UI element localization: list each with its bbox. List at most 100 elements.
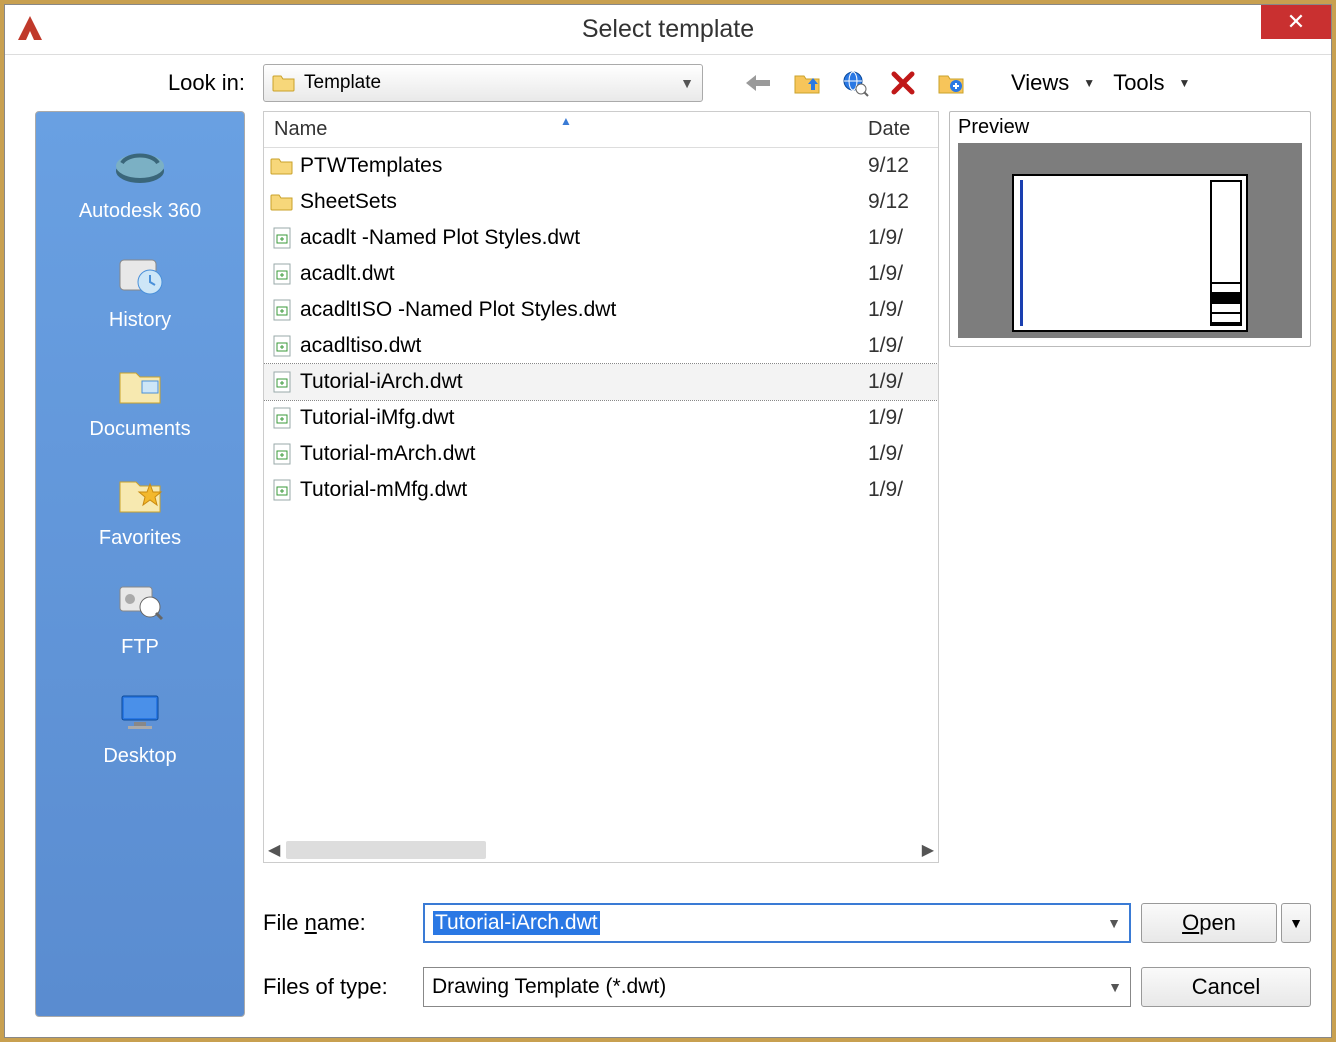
- file-name-cell: acadltiso.dwt: [300, 334, 868, 358]
- file-name-input[interactable]: Tutorial-iArch.dwt ▼: [423, 903, 1131, 943]
- column-date-header[interactable]: Date: [868, 118, 938, 141]
- file-date-cell: 1/9/: [868, 370, 938, 394]
- sidebar-label: FTP: [121, 636, 159, 659]
- file-list: ▲ Name Date PTWTemplates9/12SheetSets9/1…: [263, 111, 939, 863]
- views-menu[interactable]: Views: [1007, 70, 1073, 96]
- delete-button[interactable]: [883, 63, 923, 103]
- sidebar-item-desktop[interactable]: Desktop: [36, 675, 244, 774]
- dwt-file-icon: [264, 263, 300, 285]
- file-row[interactable]: Tutorial-mMfg.dwt1/9/: [264, 472, 938, 508]
- file-type-label: Files of type:: [263, 974, 413, 1000]
- file-name-cell: acadltISO -Named Plot Styles.dwt: [300, 298, 868, 322]
- ftp-icon: [110, 572, 170, 632]
- bottom-form: File name: Tutorial-iArch.dwt ▼ Open ▼ F…: [263, 863, 1311, 1017]
- scroll-left-icon[interactable]: ◀: [268, 840, 280, 860]
- select-template-dialog: Select template ✕ Look in: Template ▼: [4, 4, 1332, 1038]
- dwt-file-icon: [264, 443, 300, 465]
- file-list-body: PTWTemplates9/12SheetSets9/12acadlt -Nam…: [264, 148, 938, 838]
- file-type-value: Drawing Template (*.dwt): [432, 975, 666, 999]
- desktop-icon: [110, 681, 170, 741]
- favorites-icon: [110, 463, 170, 523]
- sidebar-label: History: [109, 309, 171, 332]
- back-button[interactable]: [739, 63, 779, 103]
- file-date-cell: 1/9/: [868, 334, 938, 358]
- documents-icon: [110, 354, 170, 414]
- look-in-select[interactable]: Template ▼: [263, 64, 703, 102]
- preview-pane: Preview: [949, 111, 1311, 863]
- places-sidebar: Autodesk 360 History Documents Favorites: [35, 111, 245, 1017]
- sidebar-item-favorites[interactable]: Favorites: [36, 457, 244, 556]
- file-name-cell: Tutorial-mMfg.dwt: [300, 478, 868, 502]
- close-button[interactable]: ✕: [1261, 5, 1331, 39]
- file-type-select[interactable]: Drawing Template (*.dwt) ▼: [423, 967, 1131, 1007]
- preview-label: Preview: [958, 116, 1302, 143]
- file-date-cell: 1/9/: [868, 478, 938, 502]
- file-date-cell: 1/9/: [868, 226, 938, 250]
- dwt-file-icon: [264, 335, 300, 357]
- listing-area: ▲ Name Date PTWTemplates9/12SheetSets9/1…: [263, 111, 1311, 863]
- history-icon: [110, 245, 170, 305]
- search-web-button[interactable]: [835, 63, 875, 103]
- toolbar: Look in: Template ▼ Views ▼ Tools ▼: [5, 55, 1331, 111]
- file-name-cell: SheetSets: [300, 190, 868, 214]
- chevron-down-icon[interactable]: ▼: [1107, 915, 1121, 931]
- file-row[interactable]: acadlt.dwt1/9/: [264, 256, 938, 292]
- tools-dropdown-icon[interactable]: ▼: [1177, 76, 1197, 90]
- a360-icon: [110, 136, 170, 196]
- dwt-file-icon: [264, 371, 300, 393]
- file-name-cell: Tutorial-iArch.dwt: [300, 370, 868, 394]
- scroll-thumb[interactable]: [286, 841, 486, 859]
- file-date-cell: 1/9/: [868, 406, 938, 430]
- sidebar-item-documents[interactable]: Documents: [36, 348, 244, 447]
- file-name-label: File name:: [263, 910, 413, 936]
- close-icon: ✕: [1287, 9, 1305, 35]
- file-date-cell: 9/12: [868, 154, 938, 178]
- file-list-header: ▲ Name Date: [264, 112, 938, 148]
- dialog-body: Autodesk 360 History Documents Favorites: [5, 111, 1331, 1037]
- sidebar-item-autodesk360[interactable]: Autodesk 360: [36, 130, 244, 229]
- sidebar-label: Favorites: [99, 527, 181, 550]
- file-name-value: Tutorial-iArch.dwt: [433, 911, 600, 935]
- dwt-file-icon: [264, 407, 300, 429]
- scroll-right-icon[interactable]: ▶: [922, 840, 934, 860]
- preview-thumbnail: [958, 143, 1302, 338]
- file-name-cell: acadlt.dwt: [300, 262, 868, 286]
- file-name-cell: Tutorial-mArch.dwt: [300, 442, 868, 466]
- sort-indicator-icon: ▲: [560, 114, 572, 128]
- open-dropdown-button[interactable]: ▼: [1281, 903, 1311, 943]
- file-row[interactable]: Tutorial-iArch.dwt1/9/: [264, 364, 938, 400]
- views-dropdown-icon[interactable]: ▼: [1081, 76, 1101, 90]
- file-row[interactable]: PTWTemplates9/12: [264, 148, 938, 184]
- file-name-cell: acadlt -Named Plot Styles.dwt: [300, 226, 868, 250]
- sidebar-label: Autodesk 360: [79, 200, 201, 223]
- up-folder-button[interactable]: [787, 63, 827, 103]
- file-date-cell: 1/9/: [868, 298, 938, 322]
- dwt-file-icon: [264, 227, 300, 249]
- look-in-value: Template: [304, 72, 381, 94]
- file-row[interactable]: Tutorial-mArch.dwt1/9/: [264, 436, 938, 472]
- file-date-cell: 1/9/: [868, 262, 938, 286]
- cancel-button[interactable]: Cancel: [1141, 967, 1311, 1007]
- horizontal-scrollbar: ◀ ▶: [264, 838, 938, 862]
- file-row[interactable]: SheetSets9/12: [264, 184, 938, 220]
- sidebar-item-history[interactable]: History: [36, 239, 244, 338]
- column-name-header[interactable]: ▲ Name: [264, 118, 868, 141]
- file-row[interactable]: Tutorial-iMfg.dwt1/9/: [264, 400, 938, 436]
- file-name-cell: Tutorial-iMfg.dwt: [300, 406, 868, 430]
- chevron-down-icon: ▼: [680, 75, 694, 91]
- folder-icon: [264, 156, 300, 176]
- open-button[interactable]: Open: [1141, 903, 1277, 943]
- chevron-down-icon[interactable]: ▼: [1108, 979, 1122, 995]
- file-date-cell: 9/12: [868, 190, 938, 214]
- file-row[interactable]: acadltISO -Named Plot Styles.dwt1/9/: [264, 292, 938, 328]
- file-row[interactable]: acadlt -Named Plot Styles.dwt1/9/: [264, 220, 938, 256]
- tools-menu[interactable]: Tools: [1109, 70, 1168, 96]
- preview-box: Preview: [949, 111, 1311, 347]
- sidebar-item-ftp[interactable]: FTP: [36, 566, 244, 665]
- title-bar: Select template ✕: [5, 5, 1331, 55]
- file-name-cell: PTWTemplates: [300, 154, 868, 178]
- look-in-label: Look in:: [5, 70, 255, 96]
- file-row[interactable]: acadltiso.dwt1/9/: [264, 328, 938, 364]
- folder-icon: [272, 73, 296, 93]
- new-folder-button[interactable]: [931, 63, 971, 103]
